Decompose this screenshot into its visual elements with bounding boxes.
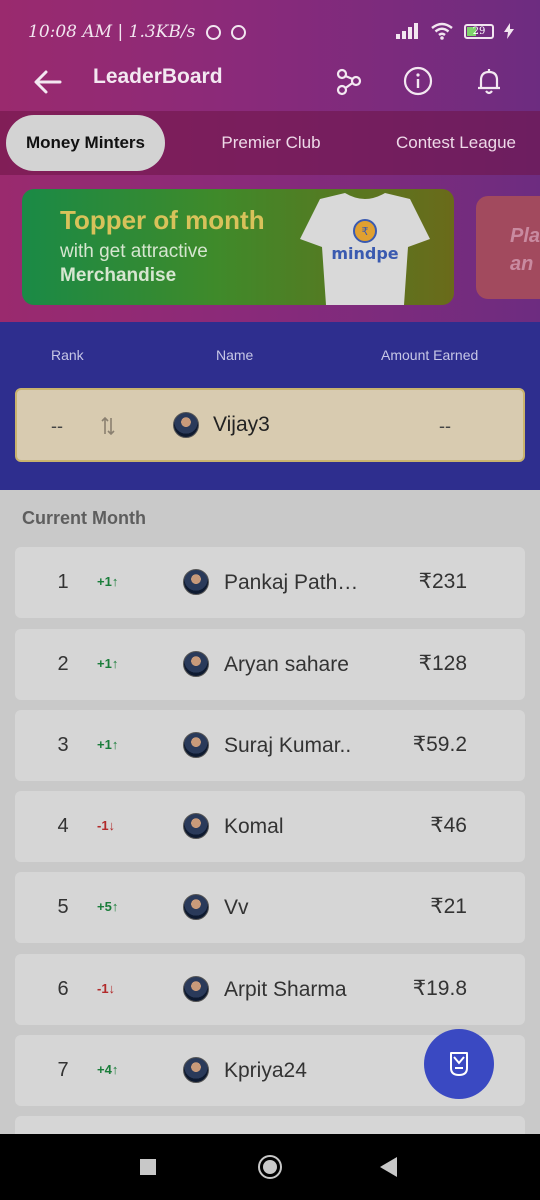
my-name: Vijay3 [213,413,270,436]
rank-change: +5↑ [97,899,119,914]
promo-banner[interactable]: Topper of month with get attractive Merc… [22,189,454,305]
tab-money-minters[interactable]: Money Minters [6,115,165,171]
tshirt-image: ₹ mindpe [300,193,430,305]
banner2-text: Pla an [510,225,540,275]
table-row[interactable]: 5 +5↑ Vv ₹21 [15,872,525,943]
status-icons: 29 [396,22,514,40]
floating-action-button[interactable] [424,1029,494,1099]
section-title: Current Month [22,508,146,528]
avatar [183,651,209,677]
info-button[interactable] [401,64,435,98]
table-row[interactable]: 6 -1↓ Arpit Sharma ₹19.8 [15,954,525,1025]
row-rank: 1 [57,571,69,593]
sort-icon [101,416,115,436]
promo-banner-next[interactable]: Pla an [476,196,540,299]
recents-button[interactable] [140,1159,156,1175]
notifications-button[interactable] [472,64,506,98]
banner-subtitle-bold: Merchandise [60,265,177,286]
rank-change: +1↑ [97,574,119,589]
table-header-band: Rank Name Amount Earned -- Vijay3 -- [0,322,540,490]
avatar [183,976,209,1002]
tab-premier-club[interactable]: Premier Club [200,115,342,171]
my-amount: -- [439,416,451,436]
page-title: LeaderBoard [93,65,223,88]
avatar [183,813,209,839]
rank-change: -1↓ [97,818,116,833]
back-button[interactable] [30,64,66,100]
avatar [183,569,209,595]
signal-icon [396,23,418,39]
row-amount: ₹46 [430,814,467,837]
rank-change: +1↑ [97,656,119,671]
charging-icon [504,23,514,39]
row-name: Vv [224,896,249,919]
notification-icon [205,25,221,40]
rank-column-header: Rank [51,347,84,363]
wifi-icon [431,22,453,40]
tab-bar: Money Minters Premier Club Contest Leagu… [0,111,540,175]
rank-change: +1↑ [97,737,119,752]
svg-text:₹: ₹ [362,225,369,238]
bell-icon [478,69,500,95]
share-icon [336,68,362,96]
system-navigation-bar [0,1134,540,1200]
row-name: Suraj Kumar.. [224,734,352,757]
status-time: 10:08 AM | 1.3KB/s [28,22,247,42]
amount-column-header: Amount Earned [381,347,479,363]
row-amount: ₹59.2 [412,733,467,756]
info-icon [403,66,433,96]
rank-change: -1↓ [97,981,116,996]
table-row[interactable]: 4 -1↓ Komal ₹46 [15,791,525,862]
row-amount: ₹231 [418,570,467,593]
my-entry-row[interactable]: -- Vijay3 -- [15,388,525,462]
row-name: Kpriya24 [224,1059,307,1082]
brand-logo-text: mindpe [331,244,398,263]
row-name: Aryan sahare [224,653,349,676]
name-column-header: Name [216,347,254,363]
rewards-icon [450,1052,468,1076]
row-name: Pankaj Path… [224,571,359,594]
banner-subtitle: with get attractive [60,241,208,262]
avatar [173,412,199,438]
battery-icon: 29 [464,23,494,39]
share-button[interactable] [332,64,366,98]
row-rank: 5 [57,896,69,918]
row-rank: 6 [57,978,69,1000]
avatar [183,732,209,758]
app-bar: LeaderBoard [0,56,540,108]
tab-contest-league[interactable]: Contest League [380,115,532,171]
table-row[interactable]: 3 +1↑ Suraj Kumar.. ₹59.2 [15,710,525,781]
row-amount: ₹19.8 [412,977,467,1000]
banner-title: Topper of month [60,205,265,235]
status-bar: 10:08 AM | 1.3KB/s 29 [0,0,540,62]
row-rank: 2 [57,653,69,675]
row-amount: ₹128 [418,652,467,675]
avatar [183,894,209,920]
row-rank: 4 [57,815,69,837]
row-amount: ₹21 [430,895,467,918]
avatar [183,1057,209,1083]
back-arrow-icon [34,70,62,94]
row-rank: 3 [57,734,69,756]
row-rank: 7 [57,1059,69,1081]
row-name: Komal [224,815,284,838]
my-rank: -- [51,416,63,436]
system-back-button[interactable] [380,1157,397,1177]
home-button[interactable] [258,1155,282,1179]
table-row[interactable]: 1 +1↑ Pankaj Path… ₹231 [15,547,525,618]
table-row[interactable]: 2 +1↑ Aryan sahare ₹128 [15,629,525,700]
notification-icon [231,25,247,40]
row-name: Arpit Sharma [224,978,347,1001]
rank-change: +4↑ [97,1062,119,1077]
